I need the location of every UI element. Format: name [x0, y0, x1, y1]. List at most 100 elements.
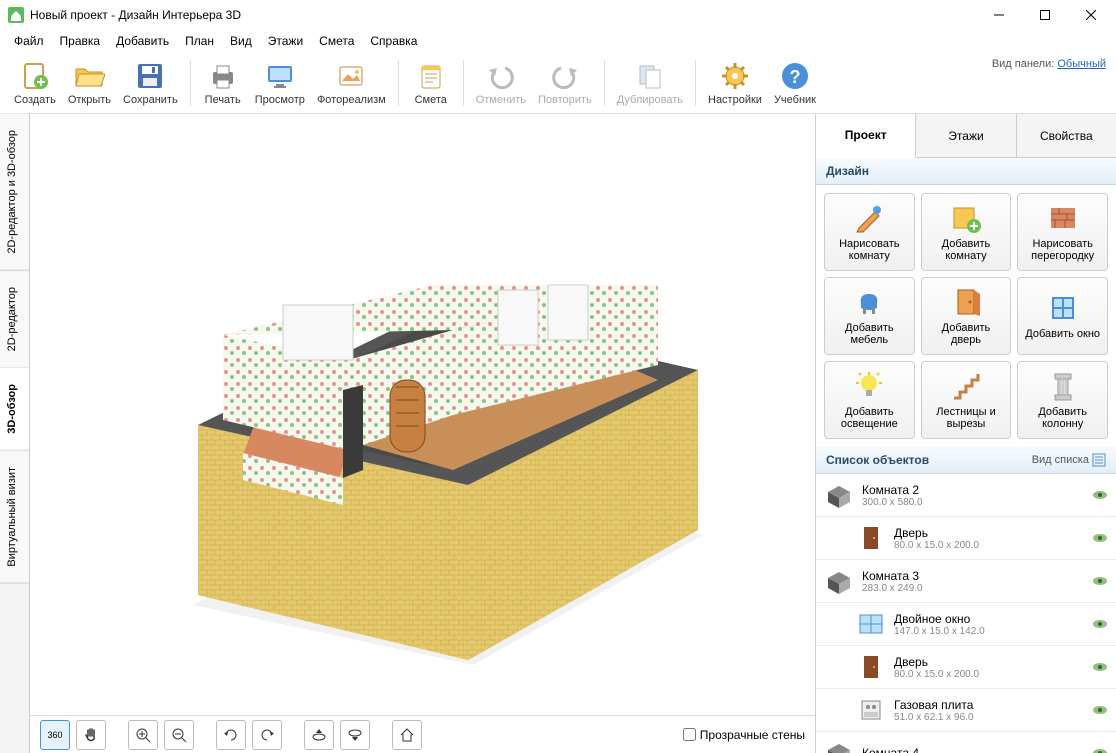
- visibility-icon[interactable]: [1092, 619, 1108, 629]
- add-furniture-button[interactable]: Добавить мебель: [824, 277, 915, 355]
- draw-room-button[interactable]: Нарисовать комнату: [824, 193, 915, 271]
- menu-help[interactable]: Справка: [362, 32, 425, 50]
- rotate-cw-button[interactable]: [252, 720, 282, 750]
- sidetab-3d[interactable]: 3D-обзор: [0, 368, 29, 451]
- panel-mode-link[interactable]: Обычный: [1057, 58, 1106, 70]
- add-room-button[interactable]: Добавить комнату: [921, 193, 1012, 271]
- visibility-icon[interactable]: [1092, 533, 1108, 543]
- menu-add[interactable]: Добавить: [108, 32, 177, 50]
- tilt-up-button[interactable]: [304, 720, 334, 750]
- room-add-icon: [950, 202, 982, 234]
- door-icon: [950, 286, 982, 318]
- menu-file[interactable]: Файл: [6, 32, 52, 50]
- list-item[interactable]: Газовая плита51.0 x 62.1 x 96.0: [816, 689, 1116, 732]
- design-header: Дизайн: [816, 158, 1116, 185]
- door-thumb-icon: [856, 523, 886, 553]
- zoom-out-button[interactable]: [164, 720, 194, 750]
- duplicate-button[interactable]: Дублировать: [611, 58, 689, 108]
- undo-button[interactable]: Отменить: [470, 58, 532, 108]
- right-tabs: Проект Этажи Свойства: [816, 114, 1116, 158]
- draw-partition-button[interactable]: Нарисовать перегородку: [1017, 193, 1108, 271]
- redo-button[interactable]: Повторить: [532, 58, 598, 108]
- gear-icon: [719, 60, 751, 92]
- tutorial-button[interactable]: ? Учебник: [768, 58, 822, 108]
- viewport-wrap: 360 Прозрачные стены: [30, 114, 816, 753]
- menu-plan[interactable]: План: [177, 32, 222, 50]
- visibility-icon[interactable]: [1092, 662, 1108, 672]
- side-tabs: 2D-редактор и 3D-обзор 2D-редактор 3D-об…: [0, 114, 30, 753]
- window-title: Новый проект - Дизайн Интерьера 3D: [30, 8, 976, 22]
- window-icon: [1047, 292, 1079, 324]
- menu-edit[interactable]: Правка: [52, 32, 109, 50]
- viewport-3d[interactable]: [30, 114, 815, 715]
- list-item[interactable]: Дверь80.0 x 15.0 x 200.0: [816, 517, 1116, 560]
- floppy-icon: [134, 60, 166, 92]
- door-thumb-icon: [856, 652, 886, 682]
- bulb-icon: [853, 370, 885, 402]
- sidetab-virtual[interactable]: Виртуальный визит: [0, 451, 29, 584]
- visibility-icon[interactable]: [1092, 748, 1108, 753]
- pencil-icon: [853, 202, 885, 234]
- estimate-button[interactable]: Смета: [405, 58, 457, 108]
- add-door-button[interactable]: Добавить дверь: [921, 277, 1012, 355]
- minimize-button[interactable]: [976, 0, 1022, 30]
- printer-icon: [207, 60, 239, 92]
- list-item[interactable]: Комната 3283.0 x 249.0: [816, 560, 1116, 603]
- house-3d-render: [103, 165, 743, 665]
- visibility-icon[interactable]: [1092, 490, 1108, 500]
- redo-icon: [549, 60, 581, 92]
- tilt-down-button[interactable]: [340, 720, 370, 750]
- tab-floors[interactable]: Этажи: [916, 114, 1016, 157]
- visibility-icon[interactable]: [1092, 705, 1108, 715]
- print-button[interactable]: Печать: [197, 58, 249, 108]
- divider: [398, 60, 399, 106]
- tab-properties[interactable]: Свойства: [1017, 114, 1116, 157]
- add-light-button[interactable]: Добавить освещение: [824, 361, 915, 439]
- zoom-in-icon: [135, 727, 151, 743]
- title-bar: Новый проект - Дизайн Интерьера 3D: [0, 0, 1116, 30]
- close-button[interactable]: [1068, 0, 1114, 30]
- maximize-button[interactable]: [1022, 0, 1068, 30]
- sidetab-2d[interactable]: 2D-редактор: [0, 271, 29, 368]
- rotate-ccw-button[interactable]: [216, 720, 246, 750]
- app-icon: [8, 7, 24, 23]
- menu-view[interactable]: Вид: [222, 32, 260, 50]
- chair-icon: [853, 286, 885, 318]
- transparent-walls-checkbox[interactable]: Прозрачные стены: [683, 728, 805, 742]
- preview-button[interactable]: Просмотр: [249, 58, 311, 108]
- zoom-out-icon: [171, 727, 187, 743]
- visibility-icon[interactable]: [1092, 576, 1108, 586]
- tab-project[interactable]: Проект: [816, 114, 916, 158]
- list-item[interactable]: Комната 4: [816, 732, 1116, 753]
- list-item[interactable]: Комната 2300.0 x 580.0: [816, 474, 1116, 517]
- pan-button[interactable]: [76, 720, 106, 750]
- menu-bar: Файл Правка Добавить План Вид Этажи Смет…: [0, 30, 1116, 52]
- rotate-cw-icon: [259, 727, 275, 743]
- right-panel: Проект Этажи Свойства Дизайн Нарисовать …: [816, 114, 1116, 753]
- menu-floors[interactable]: Этажи: [260, 32, 311, 50]
- divider: [695, 60, 696, 106]
- list-icon: [1092, 453, 1106, 467]
- folder-open-icon: [73, 60, 105, 92]
- home-view-button[interactable]: [392, 720, 422, 750]
- photorealism-button[interactable]: Фотореализм: [311, 58, 392, 108]
- settings-button[interactable]: Настройки: [702, 58, 768, 108]
- list-view-mode-link[interactable]: Вид списка: [1032, 453, 1106, 467]
- list-item[interactable]: Двойное окно147.0 x 15.0 x 142.0: [816, 603, 1116, 646]
- menu-estimate[interactable]: Смета: [311, 32, 362, 50]
- zoom-in-button[interactable]: [128, 720, 158, 750]
- sidetab-2d3d[interactable]: 2D-редактор и 3D-обзор: [0, 114, 29, 271]
- notepad-icon: [415, 60, 447, 92]
- list-item[interactable]: Дверь80.0 x 15.0 x 200.0: [816, 646, 1116, 689]
- stairs-button[interactable]: Лестницы и вырезы: [921, 361, 1012, 439]
- panel-mode: Вид панели: Обычный: [992, 58, 1106, 70]
- room-icon: [824, 738, 854, 753]
- add-column-button[interactable]: Добавить колонну: [1017, 361, 1108, 439]
- save-button[interactable]: Сохранить: [117, 58, 184, 108]
- create-button[interactable]: Создать: [8, 58, 62, 108]
- view-toolbar: 360 Прозрачные стены: [30, 715, 815, 753]
- orbit-360-button[interactable]: 360: [40, 720, 70, 750]
- open-button[interactable]: Открыть: [62, 58, 117, 108]
- toolbar: Создать Открыть Сохранить Печать Просмот…: [0, 52, 1116, 114]
- add-window-button[interactable]: Добавить окно: [1017, 277, 1108, 355]
